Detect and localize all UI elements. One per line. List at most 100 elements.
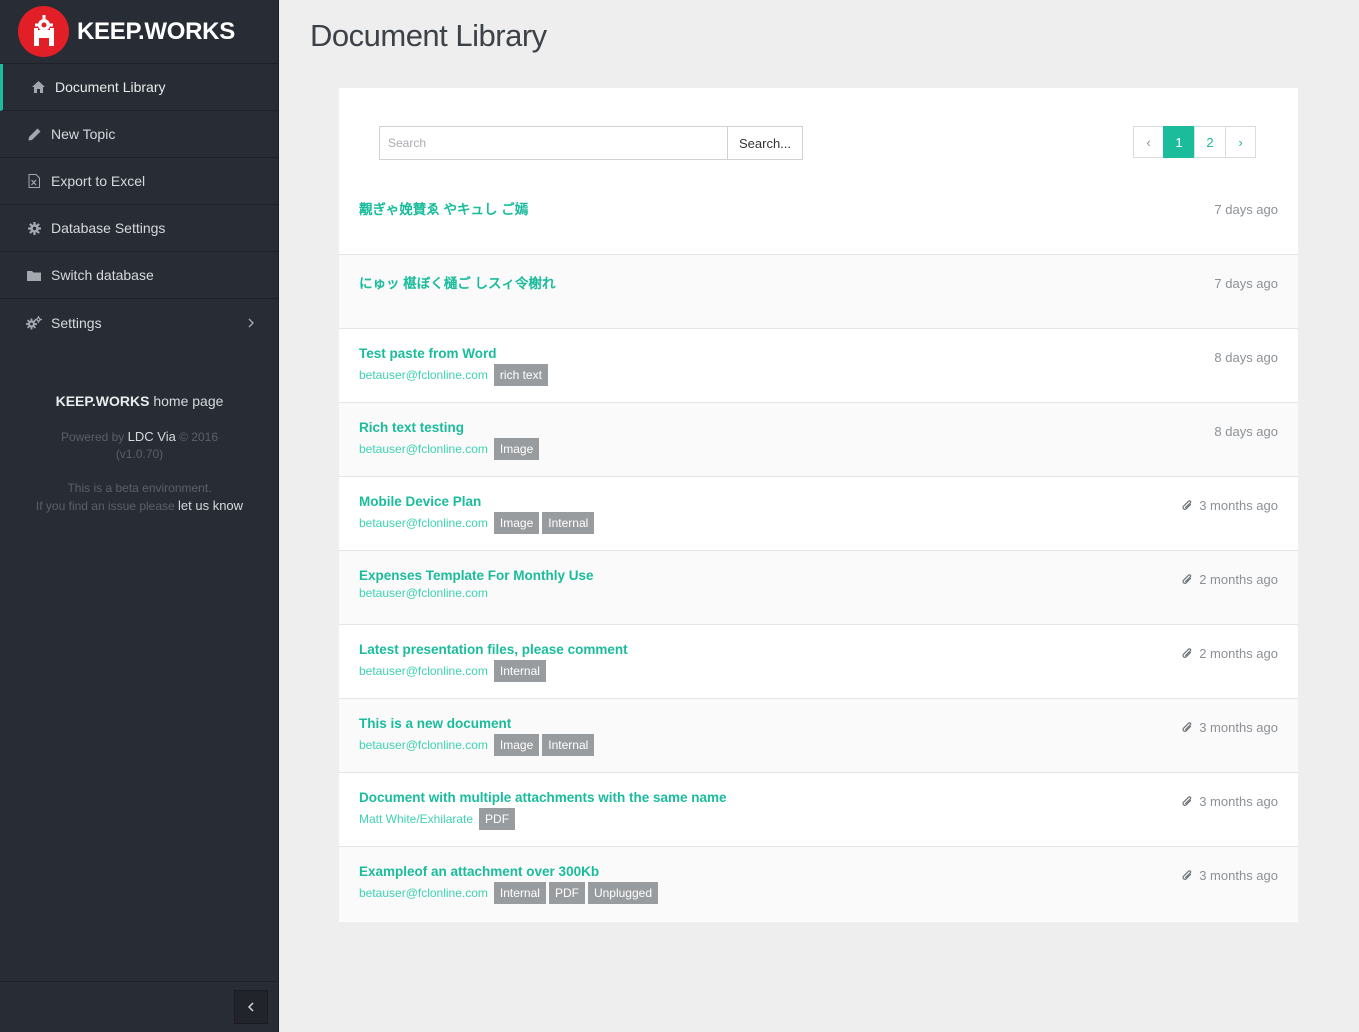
beta-notice: This is a beta environment. If you find … [0, 480, 279, 515]
ldc-via-link[interactable]: LDC Via [128, 429, 176, 444]
tag-badge[interactable]: PDF [479, 808, 516, 830]
search-bar: Search... [379, 126, 803, 160]
home-icon [30, 79, 46, 95]
document-timestamp: 3 months ago [1182, 720, 1278, 735]
gear-icon [26, 220, 42, 236]
document-row[interactable]: Rich text testing betauser@fclonline.com I… [339, 403, 1298, 477]
gears-icon [26, 315, 42, 331]
document-row[interactable]: This is a new document betauser@fclonline… [339, 699, 1298, 773]
folder-icon [26, 267, 42, 283]
sidebar-item-label: New Topic [51, 126, 116, 142]
tag-badge[interactable]: PDF [548, 882, 585, 904]
document-title-link[interactable]: Test paste from Word [359, 346, 497, 361]
document-row[interactable]: Document with multiple attachments with … [339, 773, 1298, 847]
beta-line-2: If you find an issue please [35, 499, 179, 513]
document-author[interactable]: Matt White/Exhilarate [359, 812, 473, 826]
document-row[interactable]: にゅッ 椹ぼく樋ご しスィ令榭れ 7 days ago [339, 255, 1298, 329]
sidebar-item-document-library[interactable]: Document Library [0, 64, 278, 111]
collapse-sidebar-button[interactable] [234, 990, 268, 1024]
sidebar-item-switch-database[interactable]: Switch database [0, 252, 278, 299]
document-meta: betauser@fclonline.com Image Internal [359, 734, 595, 756]
tag-badge[interactable]: Internal [493, 660, 546, 682]
sidebar-item-settings[interactable]: Settings [0, 299, 278, 346]
sidebar: KEEP.WORKS Document Library New Topic Ex… [0, 0, 279, 1032]
document-author[interactable]: betauser@fclonline.com [359, 664, 488, 678]
powered-prefix: Powered by [60, 430, 128, 444]
document-row[interactable]: 覯ぎゃ娩賛ゑ やキュし ご嫣 7 days ago [339, 181, 1298, 255]
sidebar-item-database-settings[interactable]: Database Settings [0, 205, 278, 252]
sidebar-item-label: Settings [51, 314, 102, 331]
document-title-link[interactable]: Expenses Template For Monthly Use [359, 568, 594, 583]
pagination-next[interactable]: › [1225, 126, 1256, 158]
document-title-link[interactable]: 覯ぎゃ娩賛ゑ やキュし ご嫣 [359, 198, 528, 218]
document-title-link[interactable]: This is a new document [359, 716, 511, 731]
document-timestamp: 2 months ago [1182, 572, 1278, 587]
sidebar-nav: Document Library New Topic Export to Exc… [0, 63, 278, 346]
tag-badge[interactable]: Internal [493, 882, 546, 904]
pagination-page-1[interactable]: 1 [1163, 126, 1195, 158]
powered-suffix: © 2016 [175, 430, 219, 444]
document-timestamp: 8 days ago [1214, 424, 1278, 439]
timestamp-text: 8 days ago [1214, 424, 1278, 439]
document-meta: betauser@fclonline.com Image [359, 438, 540, 460]
tag-badge[interactable]: Internal [542, 734, 595, 756]
sidebar-footer: KEEP.WORKS home page Powered by LDC Via … [0, 393, 279, 515]
sidebar-item-new-topic[interactable]: New Topic [0, 111, 278, 158]
beta-line-1: This is a beta environment. [67, 481, 212, 495]
brand[interactable]: KEEP.WORKS [0, 0, 278, 63]
document-title-link[interactable]: にゅッ 椹ぼく樋ご しスィ令榭れ [359, 272, 556, 292]
tag-badge[interactable]: Internal [542, 512, 595, 534]
pencil-icon [26, 126, 42, 142]
document-meta: betauser@fclonline.com rich text [359, 364, 548, 386]
document-list: 覯ぎゃ娩賛ゑ やキュし ご嫣 7 days ago にゅッ 椹ぼく樋ご しスィ令榭れ… [339, 181, 1298, 921]
search-button[interactable]: Search... [727, 126, 803, 160]
powered-by: Powered by LDC Via © 2016 (v1.0.70) [0, 428, 279, 463]
document-author[interactable]: betauser@fclonline.com [359, 516, 488, 530]
let-us-know-link[interactable]: let us know [178, 498, 243, 513]
home-page-link[interactable]: KEEP.WORKS home page [0, 393, 279, 409]
tag-badge[interactable]: rich text [493, 364, 548, 386]
timestamp-text: 2 months ago [1199, 572, 1278, 587]
document-title-link[interactable]: Document with multiple attachments with … [359, 790, 727, 805]
timestamp-text: 8 days ago [1214, 350, 1278, 365]
document-row[interactable]: Mobile Device Plan betauser@fclonline.com… [339, 477, 1298, 551]
document-author[interactable]: betauser@fclonline.com [359, 442, 488, 456]
timestamp-text: 2 months ago [1199, 646, 1278, 661]
home-link-brand: KEEP.WORKS [55, 393, 150, 409]
document-author[interactable]: betauser@fclonline.com [359, 738, 488, 752]
sidebar-item-export-to-excel[interactable]: Export to Excel [0, 158, 278, 205]
version-text: (v1.0.70) [115, 447, 164, 461]
document-author[interactable]: betauser@fclonline.com [359, 586, 488, 600]
document-author[interactable]: betauser@fclonline.com [359, 368, 488, 382]
document-title-link[interactable]: Latest presentation files, please commen… [359, 642, 628, 657]
document-meta: betauser@fclonline.com Internal PDF Unplugg… [359, 882, 659, 904]
pagination-prev[interactable]: ‹ [1133, 126, 1164, 158]
document-timestamp: 7 days ago [1214, 202, 1278, 217]
tag-badge[interactable]: Unplugged [587, 882, 659, 904]
timestamp-text: 3 months ago [1199, 498, 1278, 513]
chevron-left-icon [248, 1002, 254, 1012]
pagination-page-2[interactable]: 2 [1194, 126, 1226, 158]
document-list-panel: Search... ‹ 1 2 › 覯ぎゃ娩賛ゑ やキュし ご嫣 7 days a… [339, 88, 1298, 922]
timestamp-text: 3 months ago [1199, 794, 1278, 809]
pagination: ‹ 1 2 › [1133, 126, 1256, 158]
page-title: Document Library [310, 18, 547, 53]
tag-badge[interactable]: Image [493, 438, 540, 460]
tag-badge[interactable]: Image [493, 734, 540, 756]
paperclip-icon [1182, 499, 1193, 512]
document-title-link[interactable]: Exampleof an attachment over 300Kb [359, 864, 599, 879]
document-title-link[interactable]: Rich text testing [359, 420, 464, 435]
document-row[interactable]: Test paste from Word betauser@fclonline.c… [339, 329, 1298, 403]
document-meta: Matt White/Exhilarate PDF [359, 808, 516, 830]
document-row[interactable]: Exampleof an attachment over 300Kb betaus… [339, 847, 1298, 921]
document-timestamp: 2 months ago [1182, 646, 1278, 661]
document-timestamp: 7 days ago [1214, 276, 1278, 291]
search-input[interactable] [379, 126, 727, 160]
tag-badge[interactable]: Image [493, 512, 540, 534]
document-meta: betauser@fclonline.com Image Internal [359, 512, 595, 534]
document-title-link[interactable]: Mobile Device Plan [359, 494, 481, 509]
document-row[interactable]: Latest presentation files, please commen… [339, 625, 1298, 699]
document-author[interactable]: betauser@fclonline.com [359, 886, 488, 900]
document-row[interactable]: Expenses Template For Monthly Use betause… [339, 551, 1298, 625]
chevron-right-icon [248, 315, 254, 331]
